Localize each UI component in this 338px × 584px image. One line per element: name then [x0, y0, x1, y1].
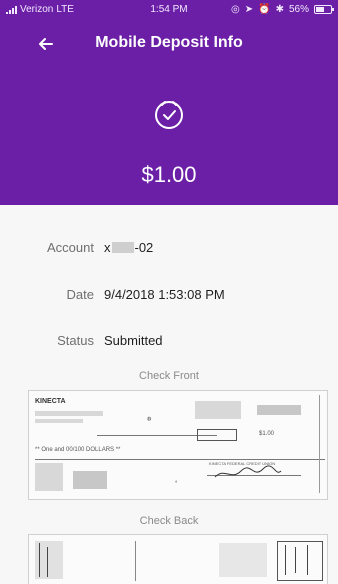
- check-bank-name: KINECTA: [35, 398, 66, 405]
- page-title: Mobile Deposit Info: [95, 34, 243, 51]
- account-row: Account x -02: [0, 236, 338, 260]
- battery-percent: 56%: [288, 4, 309, 15]
- account-suffix: -02: [134, 240, 154, 255]
- status-row: Status Submitted: [0, 329, 338, 353]
- header: Verizon LTE 1:54 PM ◎ ➤ ⏰ ✱ 56% Mobile D…: [0, 0, 338, 205]
- check-right-edge: [319, 395, 320, 493]
- check-back-mark-1: [39, 543, 40, 577]
- check-bottom-mark: ◐: [175, 479, 179, 485]
- date-row: Date 9/4/2018 1:53:08 PM: [0, 283, 338, 307]
- check-bank-address: [35, 411, 103, 416]
- status-label: Status: [57, 333, 94, 348]
- check-back-endorsement-box: [277, 541, 323, 581]
- alarm-icon: ⏰: [258, 4, 271, 15]
- check-bank-city: [35, 419, 83, 423]
- account-prefix: x: [104, 240, 111, 255]
- check-amount-box: $1.00: [259, 431, 275, 437]
- deposit-amount: $1.00: [141, 162, 197, 187]
- check-number-redacted: [257, 405, 301, 415]
- status-value: Submitted: [104, 333, 163, 348]
- check-back-label: Check Back: [139, 515, 199, 527]
- check-amount-line: [35, 459, 325, 460]
- check-micr-redacted: [73, 471, 107, 489]
- check-back-mark-3: [285, 545, 286, 575]
- check-date-box: [195, 401, 241, 419]
- top-bar: Mobile Deposit Info: [0, 24, 338, 68]
- date-label: Date: [66, 287, 94, 302]
- account-value: x -02: [104, 240, 153, 255]
- status-right: ◎ ➤ ⏰ ✱ 56%: [231, 4, 334, 15]
- clock-icon: [155, 101, 183, 129]
- mobile-deposit-info-screen: Verizon LTE 1:54 PM ◎ ➤ ⏰ ✱ 56% Mobile D…: [0, 0, 338, 584]
- account-label: Account: [47, 240, 94, 255]
- navigation-icon: ➤: [244, 4, 254, 15]
- check-back-image[interactable]: [28, 534, 328, 584]
- status-bar: Verizon LTE 1:54 PM ◎ ➤ ⏰ ✱ 56%: [0, 0, 338, 20]
- account-mask: [111, 242, 134, 253]
- check-signature: [214, 465, 282, 478]
- check-center-logo: ◍: [147, 416, 152, 422]
- check-back-divider: [135, 541, 136, 581]
- date-value: 9/4/2018 1:53:08 PM: [104, 287, 225, 302]
- battery-icon: [314, 5, 334, 14]
- check-left-redacted: [35, 463, 63, 491]
- check-small-box: [197, 429, 237, 441]
- check-back-mark-5: [307, 545, 308, 575]
- bluetooth-icon: ✱: [275, 4, 284, 15]
- check-front-image[interactable]: KINECTA ◍ $1.00 ** One and 00/100 DOLLAR…: [28, 390, 328, 500]
- check-back-endorsement-stamp: [219, 543, 267, 577]
- location-icon: ◎: [231, 4, 240, 15]
- check-written-amount: ** One and 00/100 DOLLARS **: [35, 447, 121, 453]
- check-back-mark-4: [295, 547, 296, 573]
- check-front-label: Check Front: [139, 370, 199, 382]
- check-back-mark-2: [47, 547, 48, 577]
